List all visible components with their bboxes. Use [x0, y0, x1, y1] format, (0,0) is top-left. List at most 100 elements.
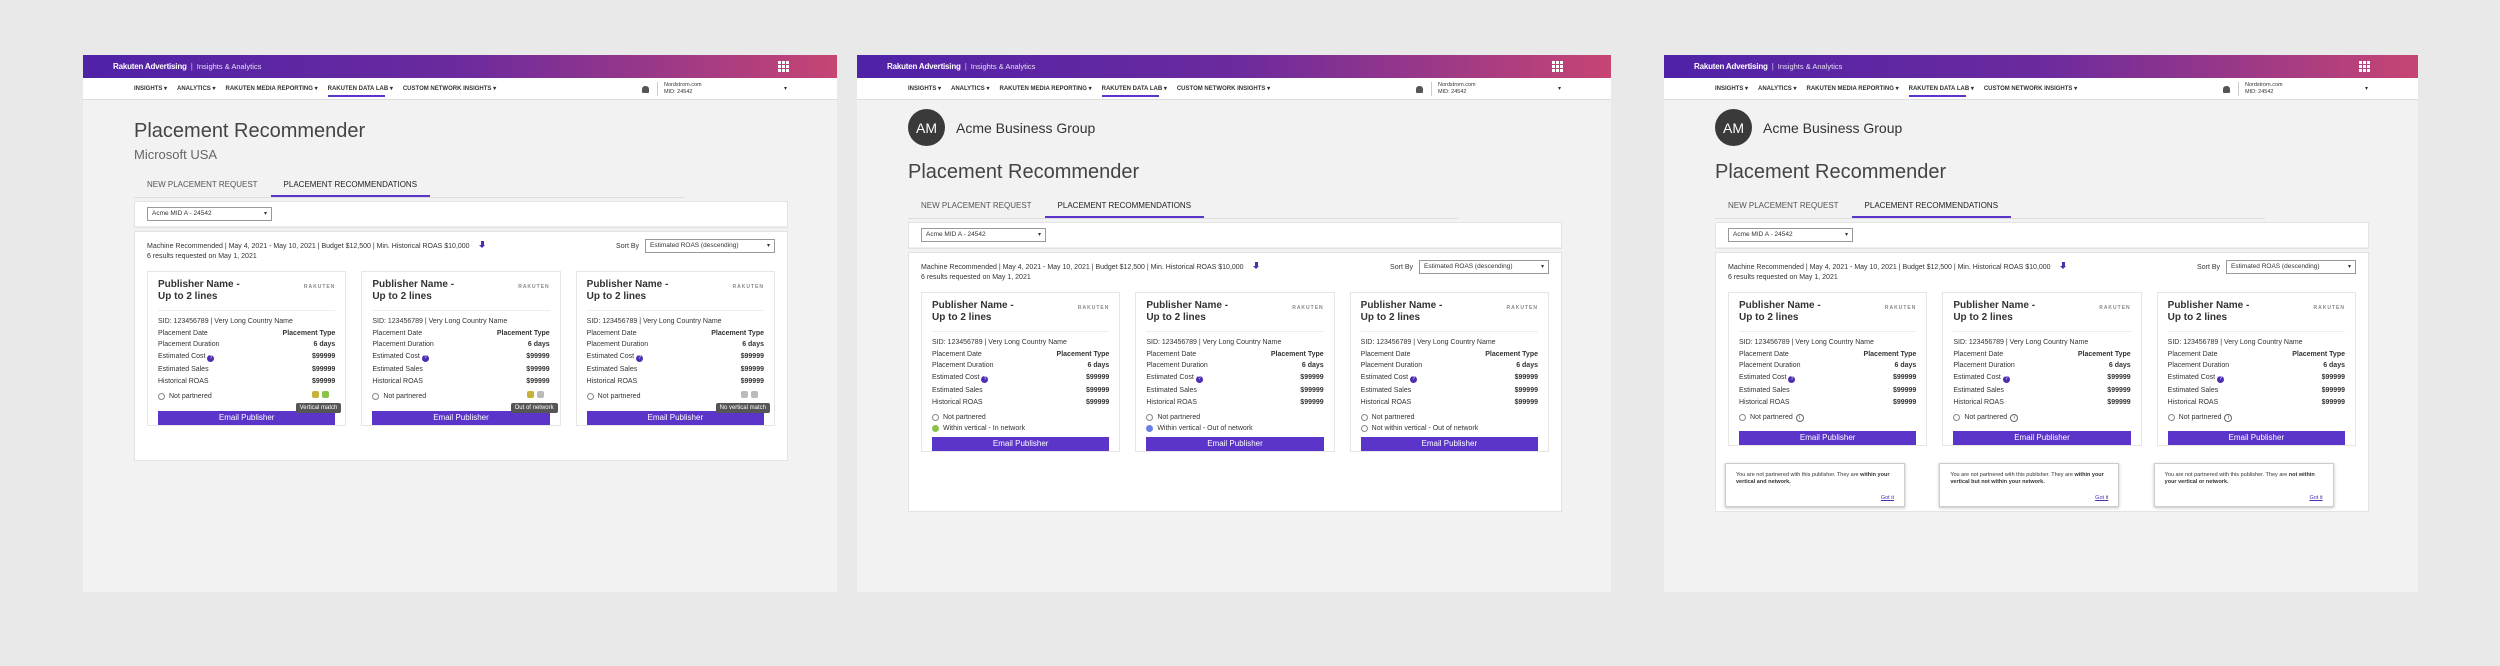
in-network-dot-icon	[932, 424, 939, 432]
got-it-link[interactable]: Got it	[1736, 495, 1894, 502]
brand-logo: Rakuten Advertising	[1694, 62, 1768, 71]
chevron-down-icon: ▾	[263, 211, 267, 217]
avatar: AM	[1715, 109, 1752, 146]
match-status: Within vertical - Out of network	[1157, 424, 1253, 432]
mid-select[interactable]: Acme MID A - 24542 ▾	[147, 207, 272, 221]
account-selector[interactable]: Nordstrom.com MID: 24542 ▾	[1431, 82, 1561, 96]
chevron-down-icon: ▾	[766, 243, 770, 249]
info-icon[interactable]: i	[2010, 413, 2019, 422]
account-selector[interactable]: Nordstrom.com MID: 24542 ▾	[657, 82, 787, 96]
info-icon[interactable]: i	[1795, 413, 1804, 422]
screen-variant-2: Rakuten Advertising | Insights & Analytics…	[857, 55, 1611, 592]
sid-line: SID: 123456789 | Very Long Country Name	[932, 339, 1067, 346]
download-icon[interactable]	[478, 241, 487, 250]
bell-icon[interactable]	[1416, 85, 1423, 93]
nav-custom-insights[interactable]: CUSTOM NETWORK INSIGHTS ▾	[1984, 78, 2077, 100]
sort-select[interactable]: Estimated ROAS (descending) ▾	[1419, 260, 1549, 274]
tab-bar: NEW PLACEMENT REQUEST PLACEMENT RECOMMEN…	[908, 198, 1458, 219]
publisher-name: Publisher Name - Up to 2 lines	[372, 279, 455, 302]
help-icon[interactable]: ?	[981, 375, 989, 383]
nav-insights[interactable]: INSIGHTS ▾	[1715, 78, 1748, 100]
publisher-name: Publisher Name - Up to 2 lines	[586, 279, 669, 302]
nav-insights[interactable]: INSIGHTS ▾	[908, 78, 941, 100]
nav-analytics[interactable]: ANALYTICS ▾	[1758, 78, 1796, 100]
tab-recommendations[interactable]: PLACEMENT RECOMMENDATIONS	[270, 177, 431, 197]
main-nav: INSIGHTS ▾ ANALYTICS ▾ RAKUTEN MEDIA REP…	[1664, 78, 2418, 100]
page-title: Placement Recommender	[134, 120, 366, 142]
download-icon[interactable]	[1252, 262, 1261, 271]
nav-analytics[interactable]: ANALYTICS ▾	[951, 78, 989, 100]
help-icon[interactable]: ?	[2217, 375, 2225, 383]
nav-analytics[interactable]: ANALYTICS ▾	[177, 78, 215, 100]
help-icon[interactable]: ?	[207, 354, 215, 362]
help-icon[interactable]: ?	[421, 354, 429, 362]
mid-select[interactable]: Acme MID A - 24542 ▾	[1728, 228, 1853, 242]
tab-new-request[interactable]: NEW PLACEMENT REQUEST	[908, 198, 1045, 218]
nav-insights[interactable]: INSIGHTS ▾	[134, 78, 167, 100]
tab-recommendations[interactable]: PLACEMENT RECOMMENDATIONS	[1851, 198, 2012, 218]
app-grid-icon[interactable]	[1552, 61, 1563, 72]
email-publisher-button[interactable]: Email Publisher	[1360, 436, 1538, 451]
nav-media-reporting[interactable]: RAKUTEN MEDIA REPORTING ▾	[1806, 78, 1898, 100]
top-bar: Rakuten Advertising | Insights & Analyti…	[83, 55, 837, 78]
help-icon[interactable]: ?	[636, 354, 644, 362]
sid-line: SID: 123456789 | Very Long Country Name	[158, 318, 293, 325]
publisher-name: Publisher Name - Up to 2 lines	[158, 279, 240, 302]
nav-custom-insights[interactable]: CUSTOM NETWORK INSIGHTS ▾	[403, 78, 496, 100]
org-name: Acme Business Group	[956, 119, 1096, 136]
publisher-card: Publisher Name - Up to 2 lines RAKUTEN SID…	[1939, 292, 2142, 507]
publisher-card: Publisher Name - Up to 2 lines RAKUTEN SID…	[1349, 292, 1549, 452]
account-selector[interactable]: Nordstrom.com MID: 24542 ▾	[2238, 82, 2368, 96]
download-icon[interactable]	[2059, 262, 2068, 271]
sort-control: Sort By Estimated ROAS (descending) ▾	[1390, 260, 1549, 274]
got-it-link[interactable]: Got it	[1950, 495, 2108, 502]
bell-icon[interactable]	[642, 85, 649, 93]
radio-icon	[1146, 413, 1154, 421]
tab-recommendations[interactable]: PLACEMENT RECOMMENDATIONS	[1044, 198, 1205, 218]
sort-select[interactable]: Estimated ROAS (descending) ▾	[645, 239, 775, 253]
publisher-name: Publisher Name - Up to 2 lines	[932, 300, 1014, 323]
publisher-logo: RAKUTEN	[303, 284, 336, 290]
sid-line: SID: 123456789 | Very Long Country Name	[586, 318, 722, 325]
bell-icon[interactable]	[2223, 85, 2230, 93]
email-publisher-button[interactable]: Email Publisher	[372, 410, 550, 425]
sort-select[interactable]: Estimated ROAS (descending) ▾	[2226, 260, 2356, 274]
nav-data-lab[interactable]: RAKUTEN DATA LAB ▾	[1101, 78, 1167, 100]
help-icon[interactable]: ?	[1195, 375, 1203, 383]
nav-media-reporting[interactable]: RAKUTEN MEDIA REPORTING ▾	[999, 78, 1091, 100]
tab-bar: NEW PLACEMENT REQUEST PLACEMENT RECOMMEN…	[134, 177, 684, 198]
help-icon[interactable]: ?	[1410, 375, 1418, 383]
help-icon[interactable]: ?	[1788, 375, 1796, 383]
app-grid-icon[interactable]	[2359, 61, 2370, 72]
email-publisher-button[interactable]: Email Publisher	[1953, 430, 2131, 445]
org-header: AM Acme Business Group	[1715, 109, 2367, 146]
got-it-link[interactable]: Got it	[2165, 495, 2323, 502]
email-publisher-button[interactable]: Email Publisher	[2167, 430, 2345, 445]
nav-custom-insights[interactable]: CUSTOM NETWORK INSIGHTS ▾	[1177, 78, 1270, 100]
nav-media-reporting[interactable]: RAKUTEN MEDIA REPORTING ▾	[225, 78, 317, 100]
app-grid-icon[interactable]	[778, 61, 789, 72]
main-nav: INSIGHTS ▾ ANALYTICS ▾ RAKUTEN MEDIA REP…	[83, 78, 837, 100]
radio-icon	[586, 392, 594, 400]
publisher-name: Publisher Name - Up to 2 lines	[1953, 300, 2036, 323]
nav-data-lab[interactable]: RAKUTEN DATA LAB ▾	[327, 78, 393, 100]
radio-icon	[932, 413, 939, 421]
publisher-card: Publisher Name - Up to 2 lines RAKUTEN SID…	[921, 292, 1121, 452]
brand-logo: Rakuten Advertising	[887, 62, 961, 71]
email-publisher-button[interactable]: Email Publisher	[932, 436, 1110, 451]
publisher-name: Publisher Name - Up to 2 lines	[2167, 300, 2250, 323]
email-publisher-button[interactable]: Email Publisher	[158, 410, 336, 425]
tab-new-request[interactable]: NEW PLACEMENT REQUEST	[134, 177, 271, 197]
publisher-logo: RAKUTEN	[732, 284, 764, 290]
help-icon[interactable]: ?	[2002, 375, 2010, 383]
nav-data-lab[interactable]: RAKUTEN DATA LAB ▾	[1908, 78, 1974, 100]
tab-new-request[interactable]: NEW PLACEMENT REQUEST	[1715, 198, 1852, 218]
email-publisher-button[interactable]: Email Publisher	[586, 410, 764, 425]
tab-bar: NEW PLACEMENT REQUEST PLACEMENT RECOMMEN…	[1715, 198, 2265, 219]
mid-select[interactable]: Acme MID A - 24542 ▾	[921, 228, 1046, 242]
email-publisher-button[interactable]: Email Publisher	[1146, 436, 1324, 451]
email-publisher-button[interactable]: Email Publisher	[1739, 430, 1917, 445]
card-list: Publisher Name - Up to 2 lines RAKUTEN SID…	[147, 271, 775, 426]
radio-icon	[2167, 414, 2175, 421]
info-icon[interactable]: i	[2224, 413, 2233, 422]
